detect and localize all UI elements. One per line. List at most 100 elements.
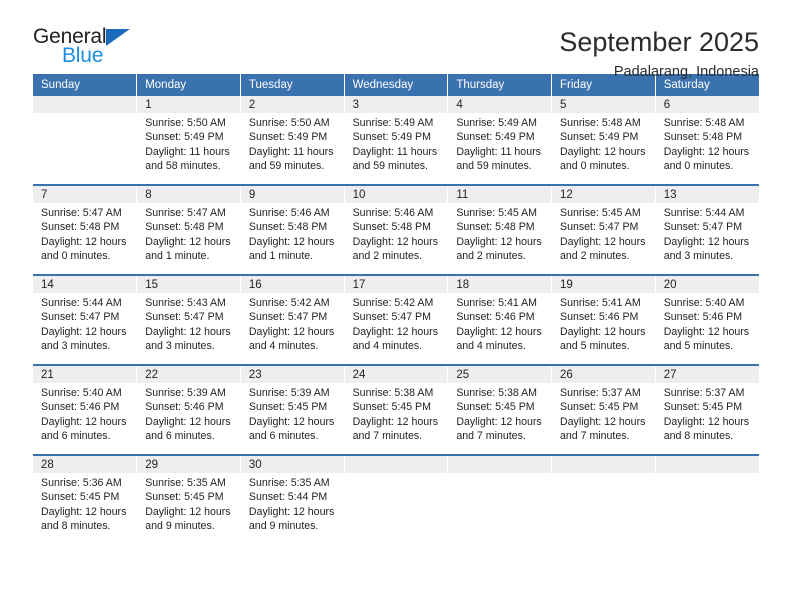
day-cell[interactable]: Sunrise: 5:42 AM Sunset: 5:47 PM Daylight:…: [344, 293, 449, 364]
day-cell[interactable]: Sunrise: 5:45 AM Sunset: 5:48 PM Daylight:…: [447, 203, 553, 274]
day-cell[interactable]: Sunrise: 5:44 AM Sunset: 5:47 PM Daylight:…: [655, 203, 759, 274]
weekday-header-sunday: Sunday: [33, 74, 138, 96]
daylight-duration-line1: Daylight: 11 hours: [248, 145, 334, 158]
day-cell[interactable]: Sunrise: 5:50 AM Sunset: 5:49 PM Daylight:…: [240, 113, 345, 184]
day-number[interactable]: 10: [344, 186, 449, 203]
sunrise-time: Sunrise: 5:39 AM: [248, 387, 330, 399]
week-detail-row: Sunrise: 5:40 AM Sunset: 5:46 PM Daylight:…: [33, 383, 759, 454]
daylight-duration-line1: Daylight: 12 hours: [456, 325, 542, 338]
day-number[interactable]: 16: [240, 276, 345, 293]
day-number[interactable]: 20: [655, 276, 759, 293]
sunset-time: Sunset: 5:46 PM: [456, 311, 535, 324]
sunrise-time: Sunrise: 5:35 AM: [248, 477, 330, 489]
day-cell[interactable]: Sunrise: 5:45 AM Sunset: 5:47 PM Daylight:…: [551, 203, 656, 274]
day-cell[interactable]: Sunrise: 5:47 AM Sunset: 5:48 PM Daylight:…: [136, 203, 241, 274]
day-number[interactable]: 26: [551, 366, 656, 383]
day-number[interactable]: 23: [240, 366, 345, 383]
week-detail-row: Sunrise: 5:36 AM Sunset: 5:45 PM Daylight:…: [33, 473, 759, 544]
day-number[interactable]: 6: [655, 96, 759, 113]
day-cell[interactable]: Sunrise: 5:40 AM Sunset: 5:46 PM Daylight:…: [655, 293, 759, 364]
daylight-duration-line2: and 9 minutes.: [145, 520, 215, 533]
day-number[interactable]: 28: [33, 456, 138, 473]
day-cell[interactable]: Sunrise: 5:35 AM Sunset: 5:44 PM Daylight:…: [240, 473, 345, 544]
day-cell[interactable]: Sunrise: 5:46 AM Sunset: 5:48 PM Daylight:…: [344, 203, 449, 274]
daylight-duration-line1: Daylight: 12 hours: [248, 505, 335, 518]
sunset-time: Sunset: 5:48 PM: [145, 221, 224, 234]
day-number[interactable]: 11: [447, 186, 553, 203]
day-number[interactable]: 30: [240, 456, 345, 473]
day-number[interactable]: 27: [655, 366, 759, 383]
day-number[interactable]: 21: [33, 366, 138, 383]
daylight-duration-line1: Daylight: 12 hours: [145, 235, 231, 248]
day-cell[interactable]: Sunrise: 5:47 AM Sunset: 5:48 PM Daylight:…: [33, 203, 138, 274]
daylight-duration-line2: and 3 minutes.: [663, 250, 734, 263]
daylight-duration-line2: and 7 minutes.: [560, 430, 630, 443]
sunset-time: Sunset: 5:47 PM: [41, 311, 120, 324]
sunset-time: Sunset: 5:47 PM: [560, 221, 639, 234]
generalblue-logo[interactable]: General Blue: [33, 26, 153, 72]
sunrise-time: Sunrise: 5:38 AM: [456, 387, 537, 399]
day-number[interactable]: 7: [33, 186, 138, 203]
day-cell[interactable]: Sunrise: 5:48 AM Sunset: 5:48 PM Daylight:…: [655, 113, 759, 184]
week-daynumber-row: 123456: [33, 96, 759, 113]
day-cell[interactable]: Sunrise: 5:41 AM Sunset: 5:46 PM Daylight:…: [447, 293, 553, 364]
day-number[interactable]: 9: [240, 186, 345, 203]
day-number[interactable]: 4: [447, 96, 553, 113]
daylight-duration-line1: Daylight: 12 hours: [41, 415, 127, 428]
weekday-header-thursday: Thursday: [447, 74, 553, 96]
day-cell[interactable]: Sunrise: 5:43 AM Sunset: 5:47 PM Daylight:…: [136, 293, 241, 364]
day-cell[interactable]: Sunrise: 5:46 AM Sunset: 5:48 PM Daylight:…: [240, 203, 345, 274]
day-number[interactable]: 3: [344, 96, 449, 113]
day-number[interactable]: 17: [344, 276, 449, 293]
day-cell[interactable]: Sunrise: 5:42 AM Sunset: 5:47 PM Daylight:…: [240, 293, 345, 364]
day-number[interactable]: 13: [655, 186, 759, 203]
day-cell[interactable]: Sunrise: 5:39 AM Sunset: 5:46 PM Daylight:…: [136, 383, 241, 454]
day-cell[interactable]: Sunrise: 5:36 AM Sunset: 5:45 PM Daylight:…: [33, 473, 138, 544]
day-cell-empty: [551, 473, 656, 544]
day-cell[interactable]: Sunrise: 5:37 AM Sunset: 5:45 PM Daylight:…: [655, 383, 759, 454]
day-cell[interactable]: Sunrise: 5:41 AM Sunset: 5:46 PM Daylight:…: [551, 293, 656, 364]
day-cell[interactable]: Sunrise: 5:48 AM Sunset: 5:49 PM Daylight:…: [551, 113, 656, 184]
sunset-time: Sunset: 5:47 PM: [145, 311, 224, 324]
day-number[interactable]: 2: [240, 96, 345, 113]
day-number[interactable]: 5: [551, 96, 656, 113]
week-daynumber-row: 7 8 9 10 11 12 13: [33, 186, 759, 203]
day-cell[interactable]: Sunrise: 5:49 AM Sunset: 5:49 PM Daylight:…: [344, 113, 449, 184]
day-cell[interactable]: Sunrise: 5:37 AM Sunset: 5:45 PM Daylight:…: [551, 383, 656, 454]
calendar-page: General Blue September 2025 Padalarang, …: [0, 0, 792, 612]
day-cell[interactable]: Sunrise: 5:50 AM Sunset: 5:49 PM Daylight:…: [136, 113, 241, 184]
day-number[interactable]: 8: [136, 186, 241, 203]
day-number[interactable]: 29: [136, 456, 241, 473]
day-cell[interactable]: Sunrise: 5:38 AM Sunset: 5:45 PM Daylight:…: [344, 383, 449, 454]
day-number[interactable]: 1: [136, 96, 241, 113]
day-cell[interactable]: Sunrise: 5:40 AM Sunset: 5:46 PM Daylight:…: [33, 383, 138, 454]
day-number[interactable]: 15: [136, 276, 241, 293]
day-number[interactable]: 18: [447, 276, 553, 293]
weekday-header-monday: Monday: [136, 74, 241, 96]
daylight-duration-line1: Daylight: 11 hours: [145, 145, 230, 158]
daylight-duration-line1: Daylight: 12 hours: [352, 235, 438, 248]
day-cell[interactable]: Sunrise: 5:35 AM Sunset: 5:45 PM Daylight:…: [136, 473, 241, 544]
day-number[interactable]: 22: [136, 366, 241, 383]
day-cell[interactable]: Sunrise: 5:39 AM Sunset: 5:45 PM Daylight:…: [240, 383, 345, 454]
day-cell-empty: [655, 473, 759, 544]
daylight-duration-line1: Daylight: 12 hours: [248, 235, 335, 248]
day-number[interactable]: 24: [344, 366, 449, 383]
daylight-duration-line1: Daylight: 12 hours: [663, 235, 750, 248]
week-daynumber-row: 14 15 16 17 18 19 20: [33, 276, 759, 293]
sunrise-time: Sunrise: 5:37 AM: [663, 387, 745, 399]
daylight-duration-line2: and 6 minutes.: [248, 430, 319, 443]
day-cell[interactable]: Sunrise: 5:49 AM Sunset: 5:49 PM Daylight:…: [447, 113, 553, 184]
day-number[interactable]: 14: [33, 276, 138, 293]
day-number[interactable]: 25: [447, 366, 553, 383]
daylight-duration-line2: and 2 minutes.: [352, 250, 423, 263]
sunset-time: Sunset: 5:45 PM: [456, 401, 535, 414]
day-number[interactable]: 12: [551, 186, 656, 203]
daylight-duration-line1: Daylight: 12 hours: [352, 415, 438, 428]
day-number[interactable]: 19: [551, 276, 656, 293]
sunset-time: Sunset: 5:48 PM: [456, 221, 535, 234]
day-cell[interactable]: Sunrise: 5:38 AM Sunset: 5:45 PM Daylight:…: [447, 383, 553, 454]
sunrise-time: Sunrise: 5:47 AM: [145, 207, 226, 219]
day-cell[interactable]: Sunrise: 5:44 AM Sunset: 5:47 PM Daylight:…: [33, 293, 138, 364]
sunset-time: Sunset: 5:45 PM: [248, 401, 328, 414]
